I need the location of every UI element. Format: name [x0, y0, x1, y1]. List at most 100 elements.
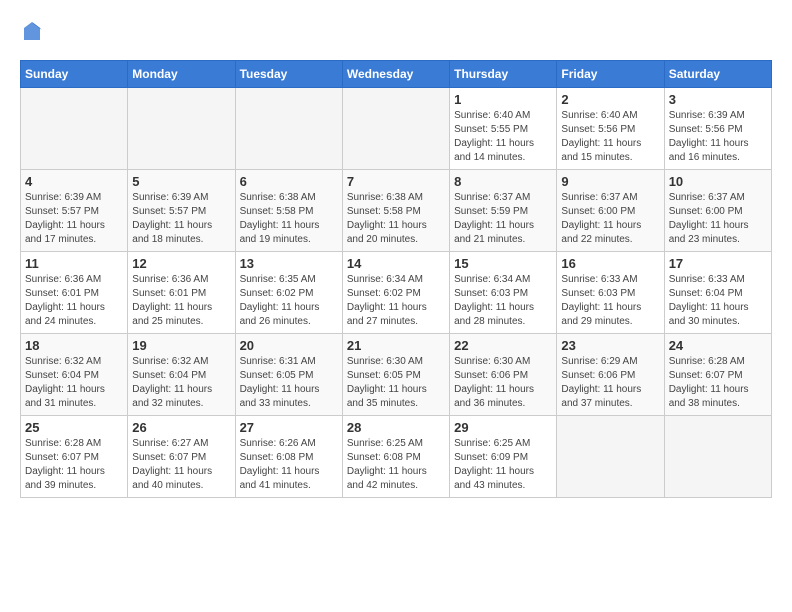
day-number: 24: [669, 338, 767, 353]
calendar-cell: 22 Sunrise: 6:30 AM Sunset: 6:06 PM Dayli…: [450, 334, 557, 416]
weekday-header-friday: Friday: [557, 61, 664, 88]
day-number: 12: [132, 256, 230, 271]
calendar-cell: 25Sunrise: 6:28 AM Sunset: 6:07 PM Dayli…: [21, 416, 128, 498]
day-info: Sunrise: 6:27 AM Sunset: 6:07 PM Dayligh…: [132, 437, 230, 493]
day-number: 21: [347, 338, 445, 353]
day-number: 14: [347, 256, 445, 271]
day-info: Sunrise: 6:33 AM Sunset: 6:04 PM Dayligh…: [669, 273, 767, 329]
calendar-cell: 2 Sunrise: 6:40 AM Sunset: 5:56 PM Daylig…: [557, 88, 664, 170]
calendar-cell: [664, 416, 771, 498]
day-info: Sunrise: 6:29 AM Sunset: 6:06 PM Dayligh…: [561, 355, 659, 411]
calendar-cell: 26 Sunrise: 6:27 AM Sunset: 6:07 PM Dayli…: [128, 416, 235, 498]
calendar-cell: [128, 88, 235, 170]
day-number: 22: [454, 338, 552, 353]
day-number: 26: [132, 420, 230, 435]
page-header: [20, 20, 772, 44]
calendar-cell: 12 Sunrise: 6:36 AM Sunset: 6:01 PM Dayli…: [128, 252, 235, 334]
calendar-cell: 27 Sunrise: 6:26 AM Sunset: 6:08 PM Dayli…: [235, 416, 342, 498]
calendar-cell: 5 Sunrise: 6:39 AM Sunset: 5:57 PM Daylig…: [128, 170, 235, 252]
day-number: 27: [240, 420, 338, 435]
weekday-header-sunday: Sunday: [21, 61, 128, 88]
calendar-cell: 20 Sunrise: 6:31 AM Sunset: 6:05 PM Dayli…: [235, 334, 342, 416]
calendar-cell: 21 Sunrise: 6:30 AM Sunset: 6:05 PM Dayli…: [342, 334, 449, 416]
day-info: Sunrise: 6:35 AM Sunset: 6:02 PM Dayligh…: [240, 273, 338, 329]
weekday-header-row: SundayMondayTuesdayWednesdayThursdayFrid…: [21, 61, 772, 88]
day-number: 11: [25, 256, 123, 271]
weekday-header-thursday: Thursday: [450, 61, 557, 88]
calendar-week-2: 4 Sunrise: 6:39 AM Sunset: 5:57 PM Daylig…: [21, 170, 772, 252]
day-info: Sunrise: 6:36 AM Sunset: 6:01 PM Dayligh…: [25, 273, 123, 329]
calendar-cell: [21, 88, 128, 170]
calendar-cell: [342, 88, 449, 170]
calendar-cell: 3Sunrise: 6:39 AM Sunset: 5:56 PM Daylig…: [664, 88, 771, 170]
calendar-cell: 29 Sunrise: 6:25 AM Sunset: 6:09 PM Dayli…: [450, 416, 557, 498]
day-info: Sunrise: 6:37 AM Sunset: 6:00 PM Dayligh…: [561, 191, 659, 247]
calendar-cell: 15Sunrise: 6:34 AM Sunset: 6:03 PM Dayli…: [450, 252, 557, 334]
weekday-header-tuesday: Tuesday: [235, 61, 342, 88]
calendar-cell: [235, 88, 342, 170]
day-info: Sunrise: 6:28 AM Sunset: 6:07 PM Dayligh…: [669, 355, 767, 411]
calendar-cell: 10 Sunrise: 6:37 AM Sunset: 6:00 PM Dayli…: [664, 170, 771, 252]
calendar-week-4: 18 Sunrise: 6:32 AM Sunset: 6:04 PM Dayli…: [21, 334, 772, 416]
day-number: 4: [25, 174, 123, 189]
day-info: Sunrise: 6:30 AM Sunset: 6:05 PM Dayligh…: [347, 355, 445, 411]
calendar-cell: 8Sunrise: 6:37 AM Sunset: 5:59 PM Daylig…: [450, 170, 557, 252]
day-info: Sunrise: 6:39 AM Sunset: 5:57 PM Dayligh…: [132, 191, 230, 247]
day-info: Sunrise: 6:40 AM Sunset: 5:55 PM Dayligh…: [454, 109, 552, 165]
day-info: Sunrise: 6:34 AM Sunset: 6:03 PM Dayligh…: [454, 273, 552, 329]
calendar-body: 1 Sunrise: 6:40 AM Sunset: 5:55 PM Daylig…: [21, 88, 772, 498]
day-info: Sunrise: 6:31 AM Sunset: 6:05 PM Dayligh…: [240, 355, 338, 411]
day-info: Sunrise: 6:30 AM Sunset: 6:06 PM Dayligh…: [454, 355, 552, 411]
day-number: 16: [561, 256, 659, 271]
day-number: 5: [132, 174, 230, 189]
day-info: Sunrise: 6:39 AM Sunset: 5:57 PM Dayligh…: [25, 191, 123, 247]
calendar-cell: [557, 416, 664, 498]
calendar-header: SundayMondayTuesdayWednesdayThursdayFrid…: [21, 61, 772, 88]
calendar-cell: 16 Sunrise: 6:33 AM Sunset: 6:03 PM Dayli…: [557, 252, 664, 334]
day-number: 1: [454, 92, 552, 107]
weekday-header-wednesday: Wednesday: [342, 61, 449, 88]
day-number: 23: [561, 338, 659, 353]
day-info: Sunrise: 6:39 AM Sunset: 5:56 PM Dayligh…: [669, 109, 767, 165]
day-info: Sunrise: 6:33 AM Sunset: 6:03 PM Dayligh…: [561, 273, 659, 329]
calendar-cell: 7 Sunrise: 6:38 AM Sunset: 5:58 PM Daylig…: [342, 170, 449, 252]
day-info: Sunrise: 6:40 AM Sunset: 5:56 PM Dayligh…: [561, 109, 659, 165]
weekday-header-saturday: Saturday: [664, 61, 771, 88]
day-info: Sunrise: 6:37 AM Sunset: 5:59 PM Dayligh…: [454, 191, 552, 247]
day-number: 7: [347, 174, 445, 189]
day-number: 28: [347, 420, 445, 435]
calendar-cell: 6Sunrise: 6:38 AM Sunset: 5:58 PM Daylig…: [235, 170, 342, 252]
day-number: 17: [669, 256, 767, 271]
day-info: Sunrise: 6:25 AM Sunset: 6:09 PM Dayligh…: [454, 437, 552, 493]
day-number: 19: [132, 338, 230, 353]
calendar-table: SundayMondayTuesdayWednesdayThursdayFrid…: [20, 60, 772, 498]
day-info: Sunrise: 6:37 AM Sunset: 6:00 PM Dayligh…: [669, 191, 767, 247]
day-number: 29: [454, 420, 552, 435]
calendar-cell: 14 Sunrise: 6:34 AM Sunset: 6:02 PM Dayli…: [342, 252, 449, 334]
calendar-week-5: 25Sunrise: 6:28 AM Sunset: 6:07 PM Dayli…: [21, 416, 772, 498]
calendar-cell: 4 Sunrise: 6:39 AM Sunset: 5:57 PM Daylig…: [21, 170, 128, 252]
day-info: Sunrise: 6:26 AM Sunset: 6:08 PM Dayligh…: [240, 437, 338, 493]
calendar-cell: 19 Sunrise: 6:32 AM Sunset: 6:04 PM Dayli…: [128, 334, 235, 416]
day-info: Sunrise: 6:32 AM Sunset: 6:04 PM Dayligh…: [25, 355, 123, 411]
weekday-header-monday: Monday: [128, 61, 235, 88]
day-info: Sunrise: 6:36 AM Sunset: 6:01 PM Dayligh…: [132, 273, 230, 329]
calendar-cell: 13Sunrise: 6:35 AM Sunset: 6:02 PM Dayli…: [235, 252, 342, 334]
day-info: Sunrise: 6:38 AM Sunset: 5:58 PM Dayligh…: [347, 191, 445, 247]
day-info: Sunrise: 6:25 AM Sunset: 6:08 PM Dayligh…: [347, 437, 445, 493]
day-number: 18: [25, 338, 123, 353]
day-number: 20: [240, 338, 338, 353]
logo: [20, 20, 48, 44]
calendar-week-1: 1 Sunrise: 6:40 AM Sunset: 5:55 PM Daylig…: [21, 88, 772, 170]
calendar-cell: 9Sunrise: 6:37 AM Sunset: 6:00 PM Daylig…: [557, 170, 664, 252]
calendar-cell: 28 Sunrise: 6:25 AM Sunset: 6:08 PM Dayli…: [342, 416, 449, 498]
day-number: 25: [25, 420, 123, 435]
day-number: 2: [561, 92, 659, 107]
calendar-cell: 11 Sunrise: 6:36 AM Sunset: 6:01 PM Dayli…: [21, 252, 128, 334]
day-info: Sunrise: 6:38 AM Sunset: 5:58 PM Dayligh…: [240, 191, 338, 247]
logo-icon: [20, 20, 44, 44]
day-info: Sunrise: 6:34 AM Sunset: 6:02 PM Dayligh…: [347, 273, 445, 329]
day-number: 10: [669, 174, 767, 189]
day-info: Sunrise: 6:32 AM Sunset: 6:04 PM Dayligh…: [132, 355, 230, 411]
calendar-cell: 17 Sunrise: 6:33 AM Sunset: 6:04 PM Dayli…: [664, 252, 771, 334]
